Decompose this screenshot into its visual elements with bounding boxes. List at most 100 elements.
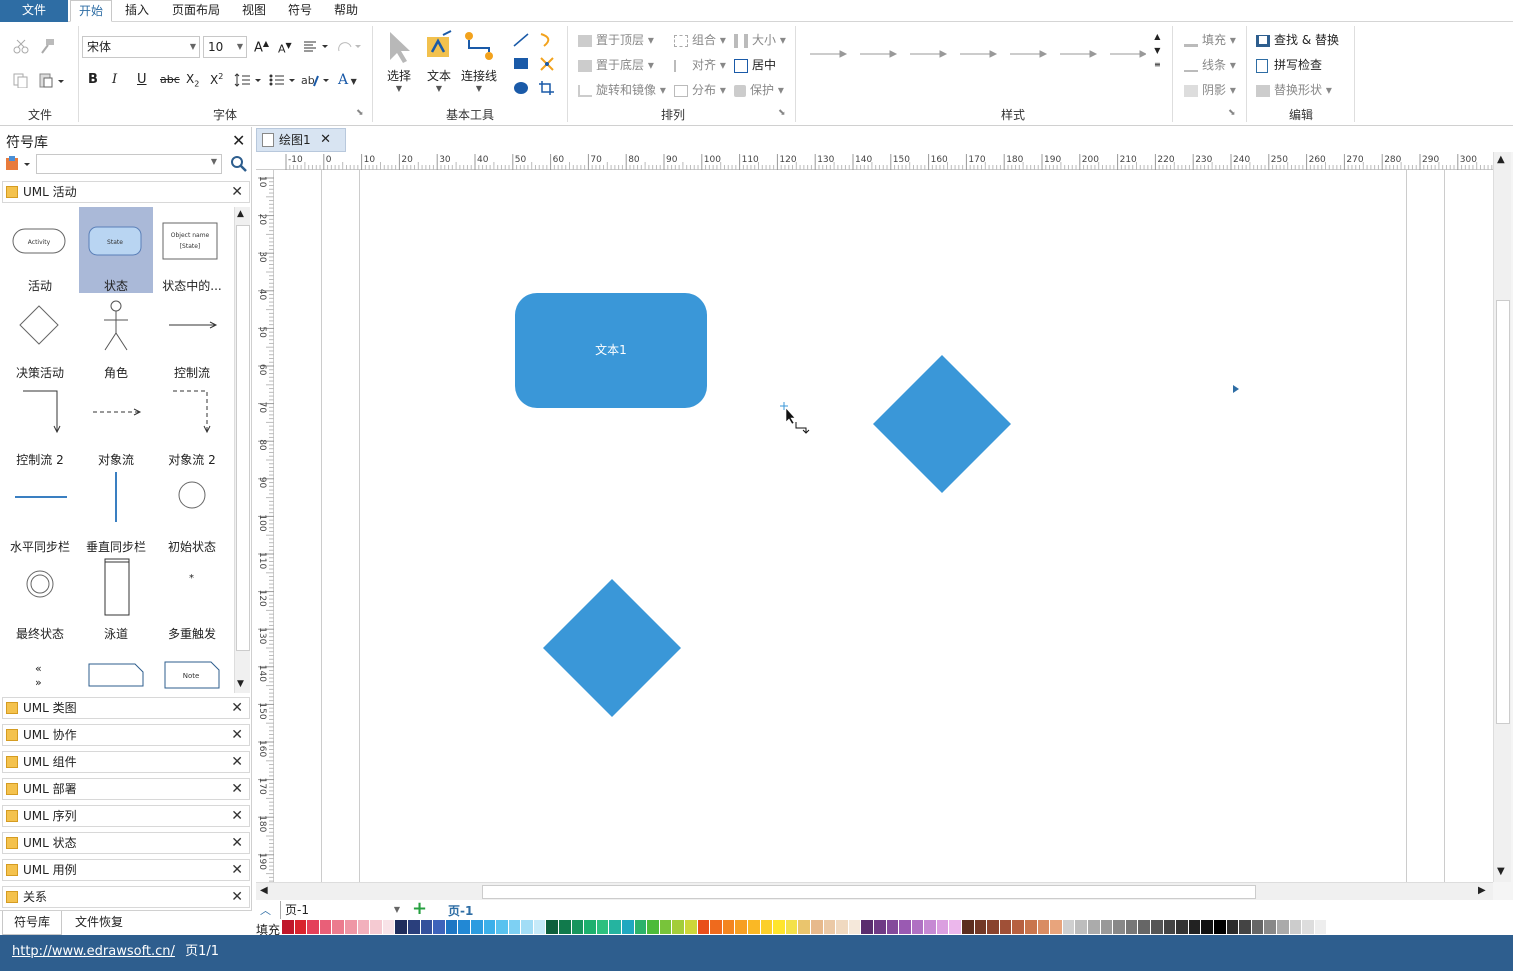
tab-file-recovery[interactable]: 文件恢复 xyxy=(66,911,132,935)
paragraph-align-icon[interactable] xyxy=(303,39,329,56)
color-swatch[interactable] xyxy=(1088,920,1101,934)
text-tool-button[interactable]: 文本 ▼ xyxy=(424,30,454,93)
align-button[interactable]: 对齐 ▾ xyxy=(674,56,726,73)
shape-horizontal-sync-bar[interactable]: 水平同步栏 xyxy=(3,468,77,554)
scroll-down-icon[interactable]: ▼ xyxy=(237,679,244,689)
find-replace-button[interactable]: 查找 & 替换 xyxy=(1256,31,1339,48)
shape-object-flow-2[interactable]: 对象流 2 xyxy=(155,381,229,467)
color-swatch[interactable] xyxy=(773,920,786,934)
color-swatch[interactable] xyxy=(810,920,824,934)
shape-object-in-state[interactable]: Object name [State] 状态中的... xyxy=(155,207,229,293)
curve-tool-icon[interactable] xyxy=(538,32,556,51)
dialog-launcher-icon[interactable]: ⬊ xyxy=(778,108,786,118)
cut-icon[interactable] xyxy=(12,38,30,57)
close-icon[interactable]: ✕ xyxy=(231,833,243,853)
color-swatch[interactable] xyxy=(332,920,345,934)
color-swatch[interactable] xyxy=(735,920,748,934)
add-page-icon[interactable]: + xyxy=(412,898,427,919)
shape-initial-state[interactable]: 初始状态 xyxy=(155,468,229,554)
color-swatch[interactable] xyxy=(282,920,295,934)
diamond-shape[interactable] xyxy=(542,579,682,719)
color-swatch[interactable] xyxy=(496,920,509,934)
drawing-page[interactable]: 文本1 xyxy=(274,170,1493,882)
shape-note[interactable]: Note xyxy=(155,642,229,695)
scroll-up-icon[interactable]: ▲ xyxy=(237,209,244,219)
dialog-launcher-icon[interactable]: ⬊ xyxy=(1228,108,1236,118)
text-highlight-icon[interactable]: ab xyxy=(300,72,330,91)
rounded-rectangle-shape[interactable]: 文本1 xyxy=(515,293,707,408)
underline-icon[interactable]: U xyxy=(137,72,147,87)
color-swatch[interactable] xyxy=(307,920,320,934)
color-swatch[interactable] xyxy=(571,920,585,934)
color-swatch[interactable] xyxy=(1289,920,1303,934)
color-swatch[interactable] xyxy=(899,920,912,934)
color-swatch[interactable] xyxy=(861,920,874,934)
style-gallery-scroll[interactable]: ▲ ▼ ≡ xyxy=(1154,30,1161,72)
library-header[interactable]: UML 协作 ✕ xyxy=(2,724,250,746)
scroll-thumb[interactable] xyxy=(1496,300,1510,724)
color-swatch[interactable] xyxy=(294,920,308,934)
tab-home[interactable]: 开始 xyxy=(70,0,112,22)
shadow-button[interactable]: 阴影 ▾ xyxy=(1184,81,1236,98)
color-swatch[interactable] xyxy=(420,920,434,934)
library-menu-icon[interactable] xyxy=(4,155,32,173)
shape-state[interactable]: State 状态 xyxy=(79,207,153,293)
color-swatch[interactable] xyxy=(445,920,459,934)
color-swatch[interactable] xyxy=(1113,920,1126,934)
close-icon[interactable]: ✕ xyxy=(231,752,243,772)
color-swatch[interactable] xyxy=(747,920,761,934)
shape-decision[interactable]: 决策活动 xyxy=(3,294,77,380)
color-swatch[interactable] xyxy=(962,920,975,934)
scroll-thumb[interactable] xyxy=(482,885,1256,899)
color-swatch[interactable] xyxy=(886,920,900,934)
library-header[interactable]: 关系 ✕ xyxy=(2,886,250,908)
size-button[interactable]: 大小 ▾ xyxy=(734,31,786,48)
tab-page-layout[interactable]: 页面布局 xyxy=(164,0,228,22)
color-swatch[interactable] xyxy=(1100,920,1114,934)
close-icon[interactable]: ✕ xyxy=(232,131,245,150)
rotate-mirror-button[interactable]: 旋转和镜像 ▾ xyxy=(578,81,666,98)
color-swatch[interactable] xyxy=(634,920,648,934)
page-tab[interactable]: 页-1 xyxy=(448,902,473,919)
color-swatch[interactable] xyxy=(357,920,371,934)
search-icon[interactable] xyxy=(230,155,248,176)
color-swatch[interactable] xyxy=(319,920,333,934)
color-swatch[interactable] xyxy=(344,920,358,934)
color-swatch[interactable] xyxy=(1201,920,1214,934)
shape-grid-scrollbar[interactable]: ▲ ▼ xyxy=(234,207,250,693)
scroll-down-icon[interactable]: ▼ xyxy=(1497,866,1505,877)
color-swatch[interactable] xyxy=(433,920,446,934)
send-to-back-button[interactable]: 置于底层 ▾ xyxy=(578,56,654,73)
library-header[interactable]: UML 组件 ✕ xyxy=(2,751,250,773)
horizontal-scrollbar[interactable]: ◀ ▶ xyxy=(256,882,1493,900)
color-swatch[interactable] xyxy=(508,920,522,934)
shrink-font-icon[interactable]: A▼ xyxy=(278,41,292,56)
color-swatch[interactable] xyxy=(622,920,635,934)
color-swatch[interactable] xyxy=(407,920,421,934)
color-swatch[interactable] xyxy=(1138,920,1151,934)
shape-swimlane[interactable]: 泳道 xyxy=(79,555,153,641)
color-swatch[interactable] xyxy=(1213,920,1227,934)
color-swatch[interactable] xyxy=(1176,920,1189,934)
color-swatch[interactable] xyxy=(1314,920,1328,934)
bullets-icon[interactable] xyxy=(268,72,296,91)
color-swatch[interactable] xyxy=(533,920,547,934)
copy-icon[interactable] xyxy=(12,72,30,91)
tab-view[interactable]: 视图 xyxy=(234,0,274,22)
diamond-shape[interactable] xyxy=(872,355,1012,495)
color-swatch[interactable] xyxy=(370,920,383,934)
color-swatch[interactable] xyxy=(584,920,597,934)
color-swatch[interactable] xyxy=(1239,920,1252,934)
crop-tool-icon[interactable] xyxy=(538,80,556,99)
close-icon[interactable]: ✕ xyxy=(231,806,243,826)
color-swatch[interactable] xyxy=(395,920,408,934)
shape-multi-trigger[interactable]: * 多重触发 xyxy=(155,555,229,641)
color-swatch[interactable] xyxy=(483,920,497,934)
shape-vertical-sync-bar[interactable]: 垂直同步栏 xyxy=(79,468,153,554)
color-swatch[interactable] xyxy=(823,920,837,934)
color-swatch[interactable] xyxy=(999,920,1013,934)
close-icon[interactable]: ✕ xyxy=(231,725,243,745)
color-swatch[interactable] xyxy=(458,920,471,934)
color-swatch[interactable] xyxy=(722,920,736,934)
select-tool-button[interactable]: 选择 ▼ xyxy=(385,30,413,93)
